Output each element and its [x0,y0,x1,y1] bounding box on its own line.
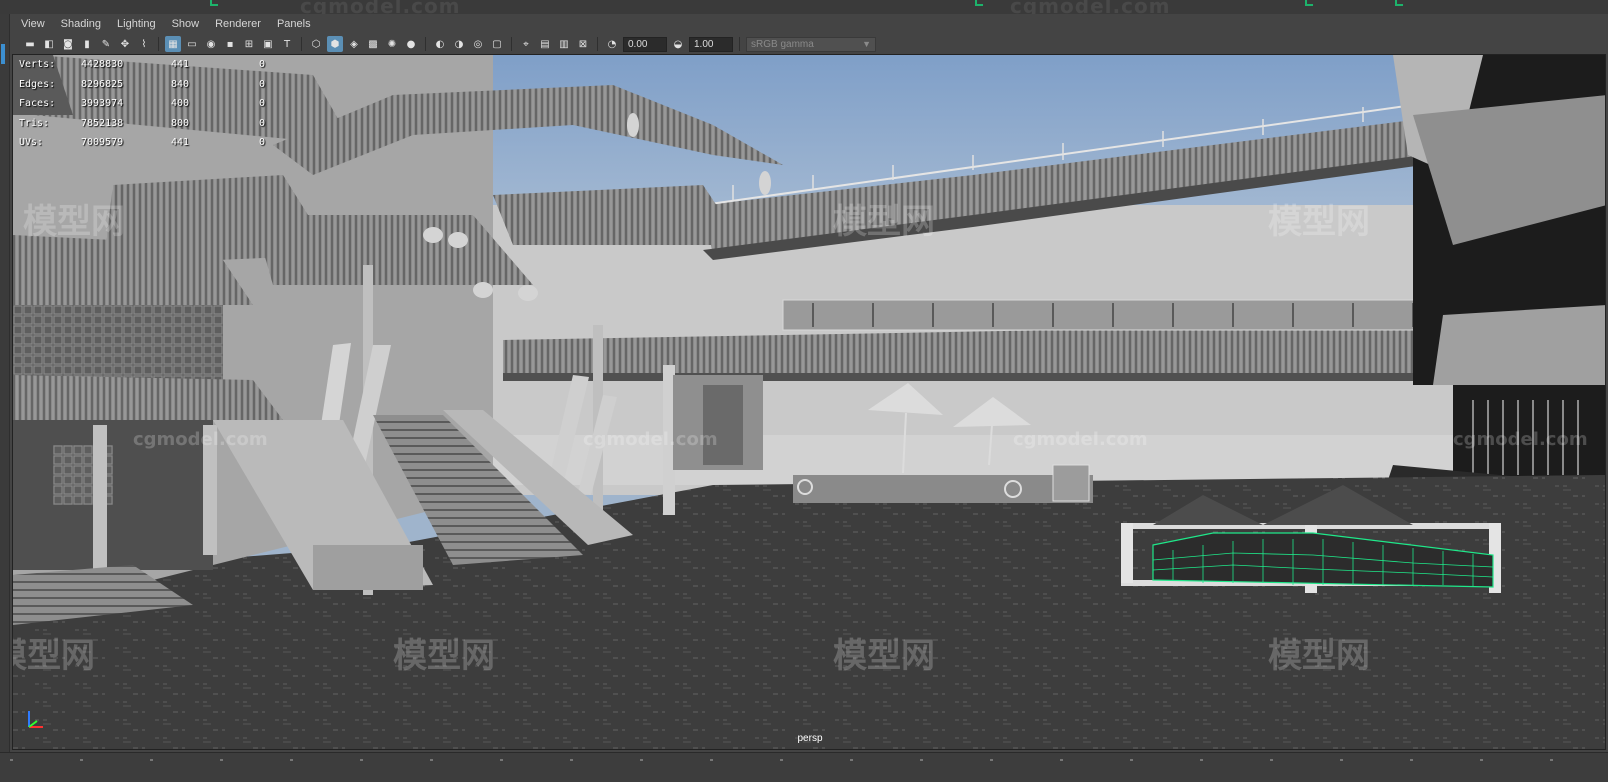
3d-viewport[interactable]: cgmodel.com cgmodel.com cgmodel.com cgmo… [12,54,1606,750]
menu-renderer[interactable]: Renderer [214,18,262,30]
scene-render: cgmodel.com cgmodel.com cgmodel.com cgmo… [13,55,1605,749]
top-watermark-strip: cgmodel.com cgmodel.com [0,0,1608,14]
multisample-aa-icon[interactable]: ◎ [470,36,486,52]
screen-space-ao-icon[interactable]: ◐ [432,36,448,52]
depth-of-field-icon[interactable]: ▢ [489,36,505,52]
panel-toolbar: ▬ ◧ ◙ ▮ ✎ ✥ ⌇ ▦ ▭ ◉ ▪ ⊞ ▣ T ⬡ ⬢ ◈ ▩ ✺ ● … [10,34,1608,54]
toolbar-separator [511,37,512,51]
hud-row-edges: Edges: 8296825 840 0 [19,78,266,90]
use-all-lights-icon[interactable]: ✺ [384,36,400,52]
isolate-select-icon[interactable]: ⌖ [518,36,534,52]
panel-menu-bar: View Shading Lighting Show Renderer Pane… [10,14,1608,34]
2d-pan-zoom-icon[interactable]: ✥ [117,36,133,52]
menu-lighting[interactable]: Lighting [116,18,157,30]
menu-panels[interactable]: Panels [276,18,312,30]
color-space-value: sRGB gamma [751,38,814,50]
watermark-latin: cgmodel.com [583,429,718,450]
paint-brush-icon[interactable]: ⌇ [136,36,152,52]
bookmark-icon[interactable]: ◙ [60,36,76,52]
watermark-latin: cgmodel.com [1453,429,1588,450]
view-axis-icon [28,711,43,728]
camera-attributes-icon[interactable]: ◧ [41,36,57,52]
safe-title-icon[interactable]: T [279,36,295,52]
exposure-field[interactable]: 0.00 [623,36,667,52]
textured-icon[interactable]: ▩ [365,36,381,52]
hud-row-uvs: UVs: 7009579 441 0 [19,137,266,149]
watermark-cjk: 模型网 [833,636,935,676]
watermark-latin: cgmodel.com [1013,429,1148,450]
smooth-shade-icon[interactable]: ⬢ [327,36,343,52]
timeline-marker [210,0,218,6]
watermark-latin: cgmodel.com [133,429,268,450]
xray-components-icon[interactable]: ⊠ [575,36,591,52]
xray-icon[interactable]: ▤ [537,36,553,52]
watermark-cjk: 模型网 [833,202,935,242]
motion-blur-icon[interactable]: ◑ [451,36,467,52]
field-chart-icon[interactable]: ⊞ [241,36,257,52]
bottom-panel-strip [0,752,1608,782]
film-gate-icon[interactable]: ▭ [184,36,200,52]
color-space-select[interactable]: sRGB gamma ▼ [746,36,876,52]
hud-row-tris: Tris: 7852138 800 0 [19,117,266,129]
xray-joints-icon[interactable]: ▥ [556,36,572,52]
exposure-icon[interactable]: ◔ [604,36,620,52]
wireframe-icon[interactable]: ⬡ [308,36,324,52]
shadows-icon[interactable]: ● [403,36,419,52]
toolbar-separator [158,37,159,51]
menu-show[interactable]: Show [171,18,201,30]
poly-count-hud: Verts: 4428830 441 0 Edges: 8296825 840 … [19,55,289,153]
hud-row-faces: Faces: 3993974 400 0 [19,98,266,110]
toolbar-separator [301,37,302,51]
watermark-cjk: 模型网 [393,636,495,676]
top-watermark: cgmodel.com [300,0,461,14]
camera-name-label: persp [797,733,823,744]
timeline-marker [975,0,983,6]
resolution-gate-icon[interactable]: ◉ [203,36,219,52]
safe-action-icon[interactable]: ▣ [260,36,276,52]
toolbar-separator [425,37,426,51]
top-watermark-2: cgmodel.com [1010,0,1171,14]
gamma-icon[interactable]: ◒ [670,36,686,52]
timeline-marker [1395,0,1403,6]
default-material-icon[interactable]: ◈ [346,36,362,52]
grease-pencil-icon[interactable]: ✎ [98,36,114,52]
watermark-cjk: 模型网 [13,636,95,676]
toolbar-separator [739,37,740,51]
gamma-field[interactable]: 1.00 [689,36,733,52]
watermark-cjk: 模型网 [1268,202,1370,242]
menu-shading[interactable]: Shading [60,18,102,30]
gate-mask-icon[interactable]: ▪ [222,36,238,52]
menu-view[interactable]: View [20,18,46,30]
watermark-cjk: 模型网 [1268,636,1370,676]
toolbar-separator [597,37,598,51]
watermark-cjk: 模型网 [23,202,125,242]
left-panel-edge [0,14,10,782]
timeline-marker [1305,0,1313,6]
active-panel-indicator [1,44,5,64]
hud-row-verts: Verts: 4428830 441 0 [19,59,266,71]
select-camera-icon[interactable]: ▬ [22,36,38,52]
grid-icon[interactable]: ▦ [165,36,181,52]
maya-viewport-panel: cgmodel.com cgmodel.com View Shading Lig… [0,0,1608,782]
chevron-down-icon: ▼ [862,38,871,49]
image-plane-icon[interactable]: ▮ [79,36,95,52]
